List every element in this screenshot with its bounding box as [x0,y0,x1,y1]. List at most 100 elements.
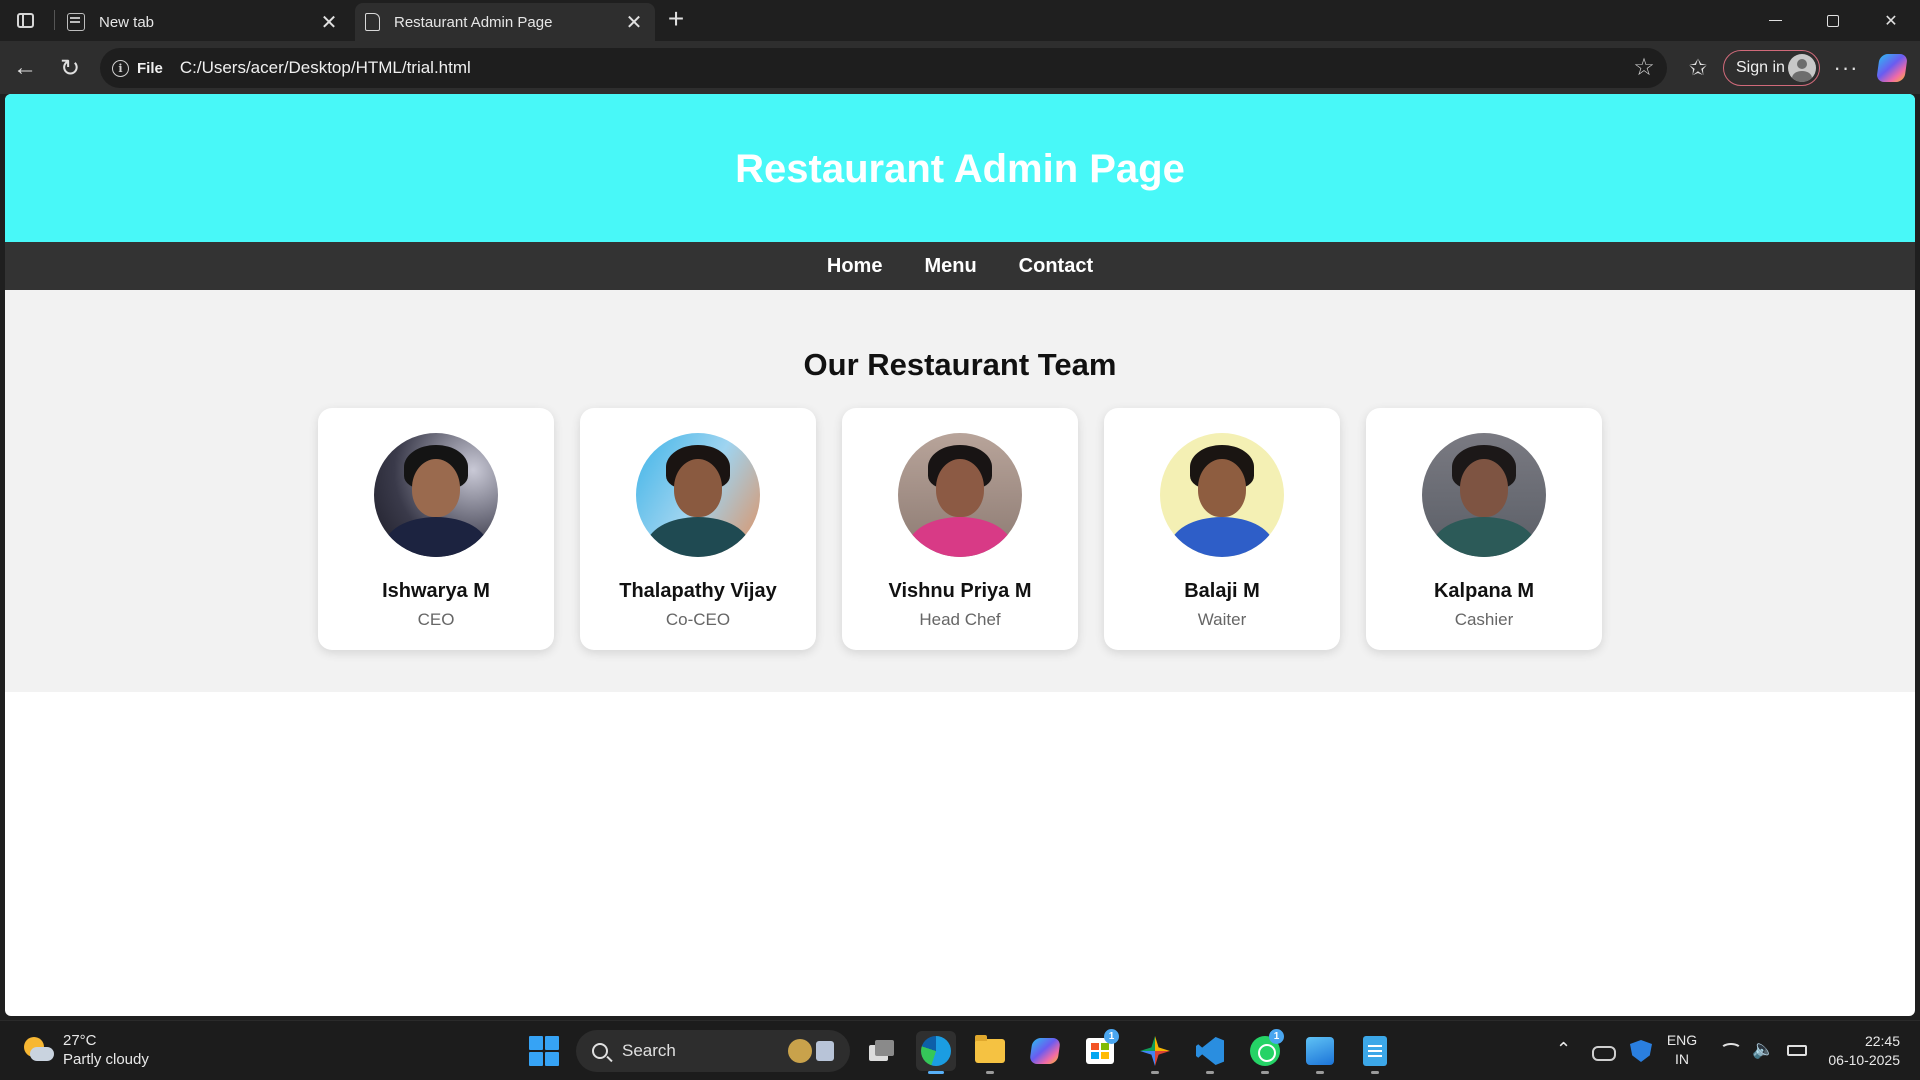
member-name: Balaji M [1184,580,1260,602]
favorites-button[interactable]: ✩ [1683,51,1713,85]
restore-button[interactable] [1804,0,1862,41]
language-indicator[interactable]: ENG IN [1662,1031,1702,1069]
folder-icon [975,1035,1005,1063]
taskbar-app-whatsapp[interactable]: 1 [1245,1029,1285,1074]
avatar-face [1198,459,1246,517]
window-close-button[interactable]: ✕ [1862,0,1920,41]
avatar-body [908,517,1012,557]
member-name: Kalpana M [1433,580,1535,602]
start-button[interactable] [529,1036,559,1066]
url-text[interactable]: C:/Users/acer/Desktop/HTML/trial.html [180,58,471,78]
tab-separator [54,10,55,30]
taskbar: 27°C Partly cloudy Search 1 1 ⌃ ENG IN 🔈… [0,1020,1920,1080]
security-shield-icon[interactable] [1630,1040,1652,1062]
taskbar-app-copilot[interactable] [1025,1031,1065,1071]
member-name: Vishnu Priya M [888,580,1032,602]
avatar-face [412,459,460,517]
minimize-button[interactable] [1746,0,1804,41]
taskbar-app-store[interactable]: 1 [1080,1029,1120,1071]
more-options-button[interactable]: ··· [1829,51,1863,85]
language-code: ENG [1666,1032,1698,1048]
clock-date: 06-10-2025 [1828,1052,1900,1068]
reload-button[interactable]: ↻ [53,51,87,85]
sign-in-button[interactable]: Sign in [1723,50,1820,86]
close-icon[interactable]: ✕ [316,9,342,35]
avatar-body [384,517,488,557]
clock[interactable]: 22:45 06-10-2025 [1815,1032,1900,1070]
clock-time: 22:45 [1864,1033,1900,1049]
search-label: Search [622,1041,676,1060]
close-icon[interactable]: ✕ [621,9,647,35]
language-region: IN [1675,1051,1689,1067]
page-title: Restaurant Admin Page [735,146,1185,191]
browser-toolbar: ← ↻ i File C:/Users/acer/Desktop/HTML/tr… [0,41,1920,94]
taskbar-app-notepad[interactable] [1355,1031,1395,1074]
taskbar-app-paint[interactable] [1300,1031,1340,1074]
member-role: CEO [417,610,455,629]
taskbar-app-vscode[interactable] [1190,1031,1230,1074]
chevron-up-icon[interactable]: ⌃ [1556,1039,1571,1060]
new-tab-button[interactable]: + [662,5,690,34]
section-title: Our Restaurant Team [803,347,1117,382]
nav-link-contact[interactable]: Contact [1019,255,1093,278]
tab-new-tab[interactable]: New tab ✕ [60,3,350,41]
taskbar-app-photos[interactable] [1135,1031,1175,1074]
avatar [1422,433,1546,557]
weather-widget[interactable]: 27°C Partly cloudy [20,1031,149,1069]
wifi-icon[interactable] [1720,1043,1742,1057]
info-icon[interactable]: i [112,59,129,77]
avatar [636,433,760,557]
taskbar-search[interactable]: Search [576,1030,850,1072]
avatar-face [936,459,984,517]
paint-icon [1306,1037,1334,1065]
sidebar-toggle-icon [16,12,34,28]
notification-badge: 1 [1104,1029,1119,1044]
task-view-icon [869,1040,895,1062]
team-card: Ishwarya M CEO [318,408,554,650]
member-name: Ishwarya M [382,580,490,602]
sign-in-label: Sign in [1736,59,1785,76]
favorite-star-icon[interactable]: ☆ [1631,55,1657,81]
avatar-face [1460,459,1508,517]
favorites-icon: ✩ [1688,55,1708,80]
arrow-left-icon: ← [13,54,37,81]
edge-icon [921,1036,951,1066]
partly-cloudy-icon [20,1035,54,1065]
taskbar-app-explorer[interactable] [970,1031,1010,1074]
avatar [374,433,498,557]
notepad-icon [1363,1036,1387,1066]
onedrive-icon[interactable] [1590,1040,1616,1062]
more-icon: ··· [1833,55,1859,80]
team-cards: Ishwarya M CEO Thalapathy Vijay Co-CEO V… [5,408,1915,650]
battery-icon[interactable] [1787,1045,1807,1056]
member-role: Cashier [1454,610,1514,629]
page-viewport: Restaurant Admin Page Home Menu Contact … [5,94,1915,1016]
avatar-face [674,459,722,517]
window-controls: ✕ [1746,0,1920,41]
member-role: Head Chef [919,610,1001,629]
search-highlight-icon [788,1039,836,1063]
avatar-body [1170,517,1274,557]
member-role: Co-CEO [665,610,731,629]
back-button[interactable]: ← [8,51,42,85]
profile-avatar-icon [1788,54,1816,82]
nav-link-home[interactable]: Home [827,255,883,278]
minimize-icon [1768,19,1782,22]
tab-actions-button[interactable] [10,8,40,32]
nav-link-menu[interactable]: Menu [924,255,976,278]
document-icon [365,13,380,31]
member-name: Thalapathy Vijay [619,580,777,602]
copilot-icon [1029,1038,1061,1064]
tab-title: New tab [99,13,155,31]
avatar [898,433,1022,557]
team-card: Vishnu Priya M Head Chef [842,408,1078,650]
scheme-label: File [137,59,163,77]
volume-icon[interactable]: 🔈 [1752,1039,1776,1061]
browser-tab-strip: New tab ✕ Restaurant Admin Page ✕ + ✕ [0,0,1920,41]
search-icon [592,1043,608,1059]
taskbar-app-edge[interactable] [916,1031,956,1074]
copilot-icon[interactable] [1876,54,1908,82]
task-view-button[interactable] [862,1031,902,1071]
address-bar[interactable]: i File C:/Users/acer/Desktop/HTML/trial.… [100,48,1667,88]
tab-restaurant-admin[interactable]: Restaurant Admin Page ✕ [355,3,655,41]
